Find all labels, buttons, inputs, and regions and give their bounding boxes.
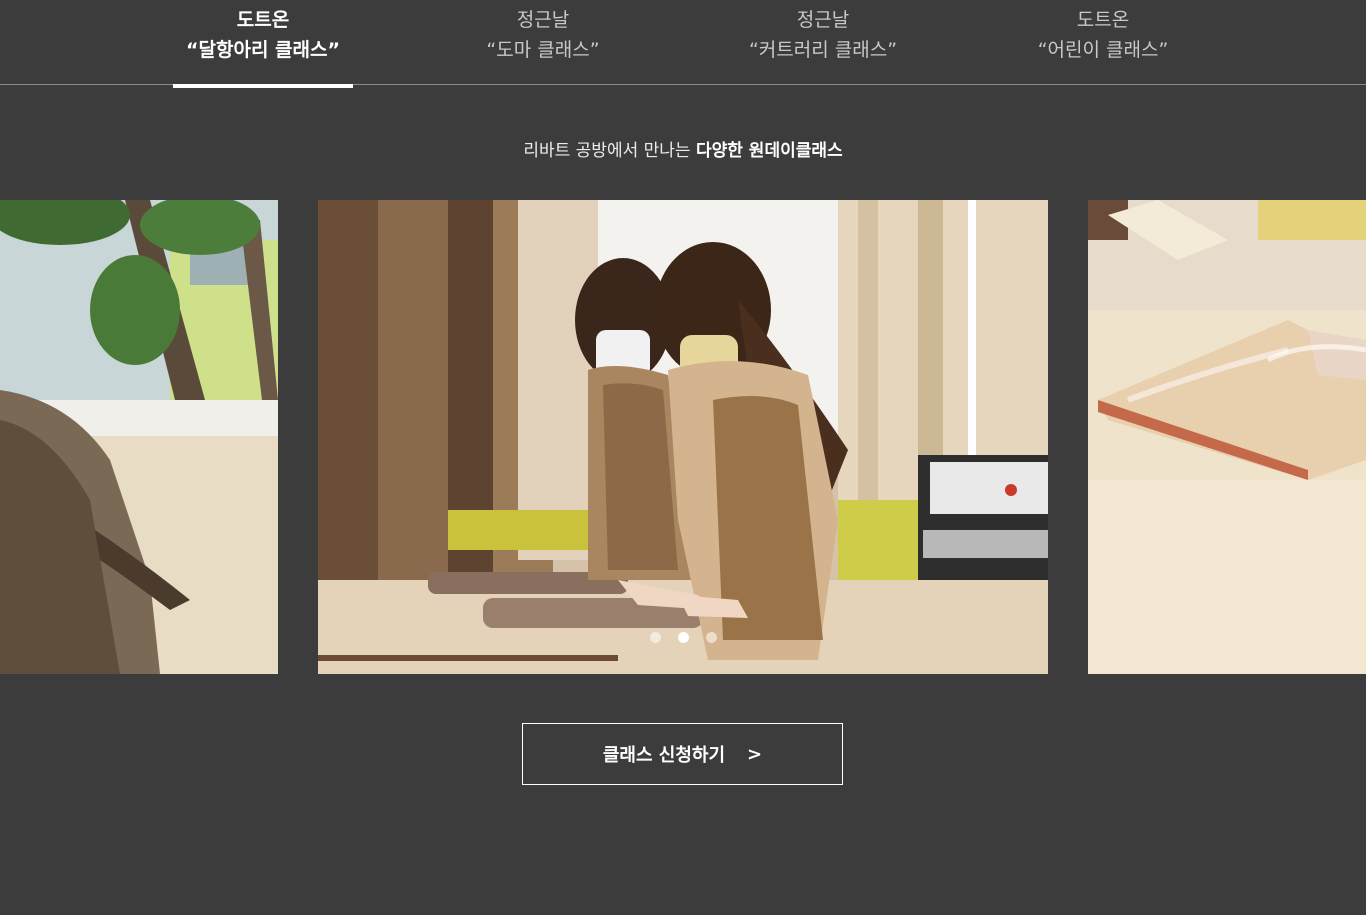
tab-class-name: “도마 클래스” bbox=[486, 39, 600, 61]
tab-kids-class[interactable]: 도트온 “어린이 클래스” bbox=[1013, 0, 1193, 85]
tab-instructor: 정근날 bbox=[516, 9, 570, 31]
apply-class-button[interactable]: 클래스 신청하기 > bbox=[522, 723, 843, 785]
tab-class-name: “어린이 클래스” bbox=[1037, 39, 1169, 61]
slider-dot-3[interactable] bbox=[706, 632, 717, 643]
slider-pagination bbox=[648, 632, 720, 644]
section-subtitle: 리바트 공방에서 만나는 다양한 원데이클래스 bbox=[0, 138, 1366, 164]
slide-next-photo[interactable] bbox=[1088, 200, 1366, 674]
slide-previous-photo[interactable] bbox=[0, 200, 278, 674]
chevron-right-icon: > bbox=[747, 743, 763, 765]
workshop-photo-previous bbox=[0, 200, 278, 674]
tab-class-name: “달항아리 클래스” bbox=[186, 39, 340, 61]
workshop-photo-cutting-board-class bbox=[318, 200, 1048, 674]
subtitle-emphasis: 다양한 원데이클래스 bbox=[695, 141, 843, 161]
tab-class-name: “커트러리 클래스” bbox=[748, 39, 898, 61]
slider-dot-2[interactable] bbox=[678, 632, 689, 643]
slider-dot-1[interactable] bbox=[650, 632, 661, 643]
tab-cutting-board-class[interactable]: 정근날 “도마 클래스” bbox=[453, 0, 633, 85]
tab-instructor: 도트온 bbox=[236, 9, 290, 31]
tab-instructor: 도트온 bbox=[1076, 9, 1130, 31]
apply-class-label: 클래스 신청하기 bbox=[602, 745, 726, 766]
slide-current-photo[interactable] bbox=[318, 200, 1048, 674]
tab-instructor: 정근날 bbox=[796, 9, 850, 31]
subtitle-prefix: 리바트 공방에서 만나는 bbox=[523, 141, 696, 161]
class-tabs: 도트온 “달항아리 클래스” 정근날 “도마 클래스” 정근날 “커트러리 클래… bbox=[0, 0, 1366, 88]
tab-moon-jar-class[interactable]: 도트온 “달항아리 클래스” bbox=[173, 0, 353, 88]
workshop-photo-next bbox=[1088, 200, 1366, 674]
tab-cutlery-class[interactable]: 정근날 “커트러리 클래스” bbox=[733, 0, 913, 85]
